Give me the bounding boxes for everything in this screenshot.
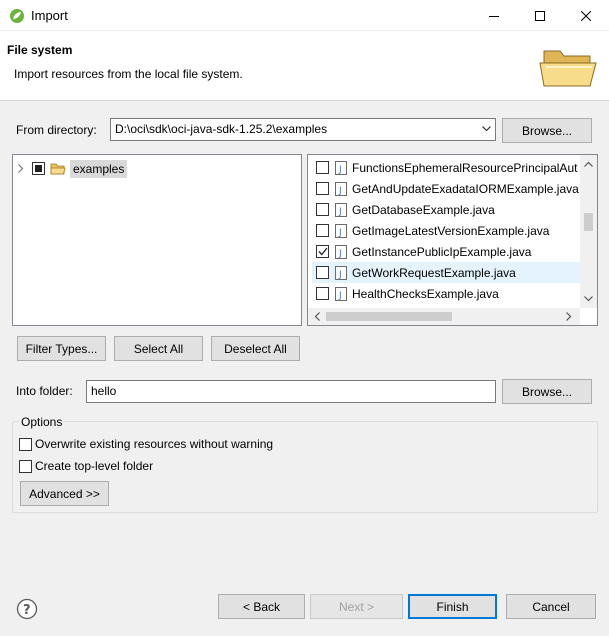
java-file-icon: J [335,202,347,217]
svg-text:J: J [338,165,342,175]
page-description: Import resources from the local file sys… [14,67,243,81]
from-directory-combo[interactable]: D:\oci\sdk\oci-java-sdk-1.25.2\examples [110,118,496,141]
file-row[interactable]: J HealthChecksExample.java [312,283,582,304]
from-directory-label: From directory: [16,123,97,137]
top-level-folder-label: Create top-level folder [35,459,154,473]
scroll-down-icon[interactable] [584,296,593,302]
file-checkbox[interactable] [316,182,329,195]
java-file-icon: J [335,244,347,259]
java-file-icon: J [335,286,347,301]
advanced-button[interactable]: Advanced >> [20,481,109,506]
tree-item-examples[interactable]: examples [17,159,128,178]
svg-text:J: J [338,249,342,259]
cancel-button[interactable]: Cancel [506,594,596,619]
from-directory-value: D:\oci\sdk\oci-java-sdk-1.25.2\examples [115,122,328,136]
java-file-icon: J [335,160,347,175]
tree-item-label: examples [70,159,128,178]
svg-text:?: ? [23,603,31,618]
into-folder-input[interactable]: hello [86,380,496,403]
minimize-icon [489,15,499,17]
finish-button[interactable]: Finish [408,594,497,619]
java-file-icon: J [335,181,347,196]
checkmark-icon [318,247,328,256]
chevron-down-icon[interactable] [482,126,491,132]
svg-text:J: J [338,228,342,238]
tree-item-checkbox[interactable] [32,162,45,175]
file-name: GetAndUpdateExadataIORMExample.java [352,181,579,196]
file-row[interactable]: J FunctionsEphemeralResourcePrincipalAut [312,157,582,178]
into-folder-value: hello [91,384,117,398]
from-directory-browse-button[interactable]: Browse... [502,118,592,143]
open-folder-icon [539,50,597,87]
svg-text:J: J [338,291,342,301]
file-name: GetInstancePublicIpExample.java [352,244,532,259]
file-row[interactable]: J GetInstancePublicIpExample.java [312,241,582,262]
file-name: HealthChecksExample.java [352,286,499,301]
folder-icon [50,163,66,175]
file-checkbox[interactable] [316,266,329,279]
close-button[interactable] [563,0,609,31]
top-level-folder-checkbox[interactable] [19,459,32,473]
file-name: GetWorkRequestExample.java [352,265,516,280]
scroll-right-icon[interactable] [566,312,572,321]
file-row[interactable]: J GetDatabaseExample.java [312,199,582,220]
maximize-button[interactable] [517,0,563,31]
title-bar: Import [0,0,609,31]
svg-text:J: J [338,270,342,280]
options-legend: Options [19,415,65,429]
file-name: GetDatabaseExample.java [352,202,495,217]
file-checkbox[interactable] [316,203,329,216]
horizontal-scroll-thumb[interactable] [326,312,452,321]
file-checkbox[interactable] [316,287,329,300]
overwrite-checkbox[interactable] [19,437,32,451]
into-folder-label: Into folder: [16,384,73,398]
maximize-icon [535,10,545,21]
next-button[interactable]: Next > [310,594,403,619]
file-name: GetImageLatestVersionExample.java [352,223,550,238]
file-row[interactable]: J GetAndUpdateExadataIORMExample.java [312,178,582,199]
file-name: FunctionsEphemeralResourcePrincipalAut [352,160,578,175]
chevron-right-icon[interactable] [17,164,25,173]
overwrite-label: Overwrite existing resources without war… [35,437,274,451]
back-button[interactable]: < Back [218,594,305,619]
java-file-icon: J [335,223,347,238]
folder-tree[interactable]: examples [12,154,302,326]
vertical-scrollbar[interactable] [580,155,597,308]
file-row[interactable]: J GetImageLatestVersionExample.java [312,220,582,241]
minimize-button[interactable] [471,0,517,31]
file-checkbox[interactable] [316,245,329,258]
eclipse-spring-icon [10,9,24,23]
file-checkbox[interactable] [316,161,329,174]
horizontal-scrollbar[interactable] [308,308,580,325]
filter-types-button[interactable]: Filter Types... [17,336,106,361]
scroll-up-icon[interactable] [584,161,593,167]
dialog-body: From directory: D:\oci\sdk\oci-java-sdk-… [0,101,609,636]
file-checkbox[interactable] [316,224,329,237]
file-list[interactable]: J FunctionsEphemeralResourcePrincipalAut… [307,154,598,326]
svg-text:J: J [338,207,342,217]
close-icon [581,10,591,21]
scroll-left-icon[interactable] [314,312,320,321]
java-file-icon: J [335,265,347,280]
wizard-banner: File system Import resources from the lo… [0,31,609,101]
select-all-button[interactable]: Select All [114,336,203,361]
window-title: Import [31,8,68,23]
top-level-folder-option[interactable]: Create top-level folder [19,459,153,473]
deselect-all-button[interactable]: Deselect All [211,336,300,361]
page-title: File system [7,43,73,57]
into-folder-browse-button[interactable]: Browse... [502,379,592,404]
overwrite-option[interactable]: Overwrite existing resources without war… [19,437,273,451]
svg-text:J: J [338,186,342,196]
help-icon[interactable]: ? [16,598,38,620]
file-row[interactable]: J GetWorkRequestExample.java [312,262,582,283]
vertical-scroll-thumb[interactable] [584,213,593,231]
